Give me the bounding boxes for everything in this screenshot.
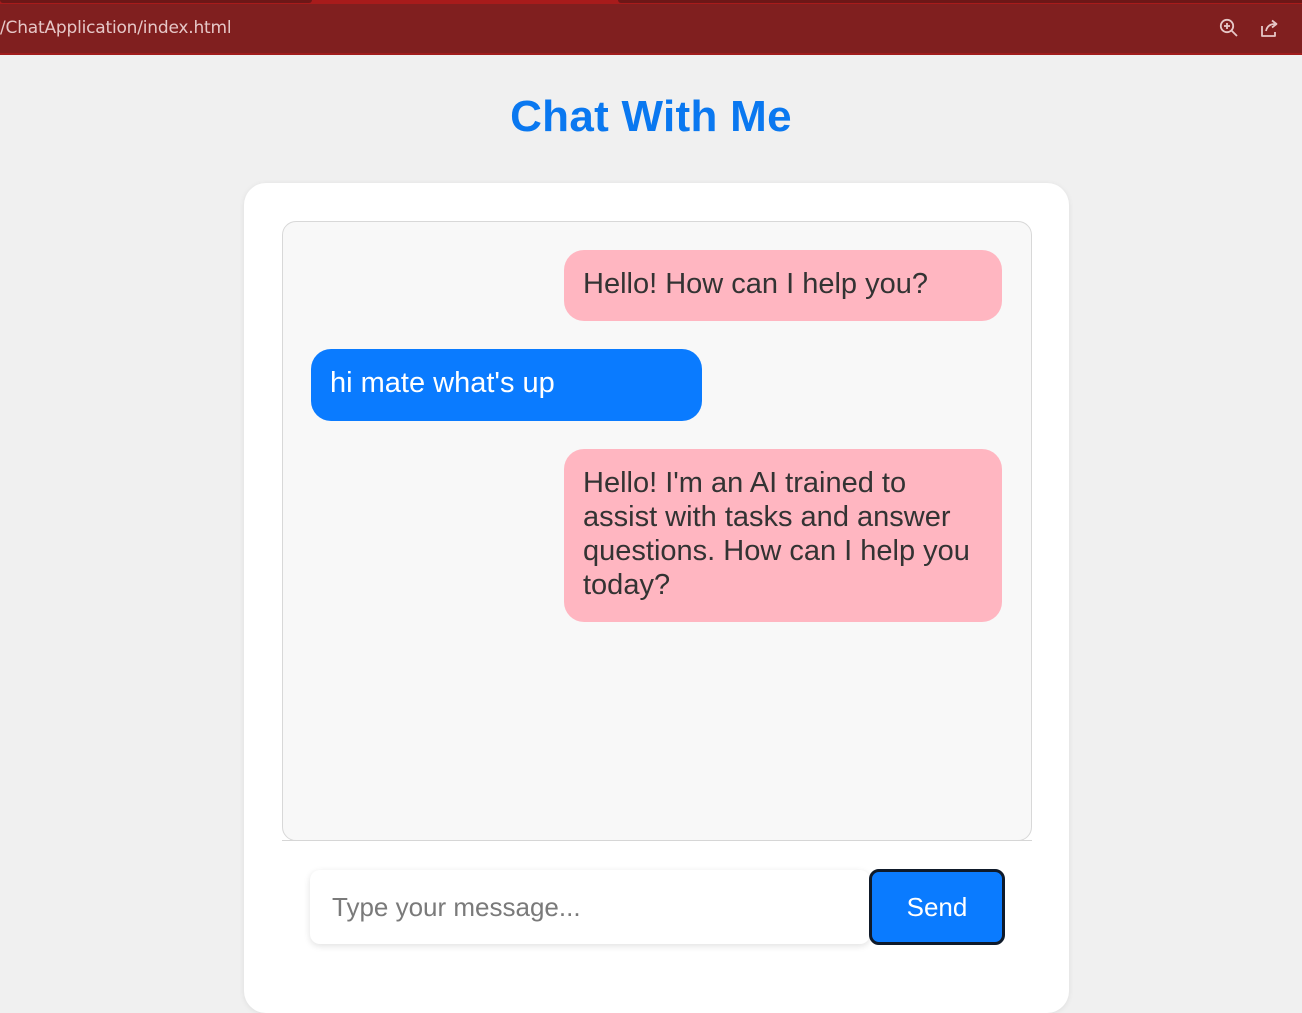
bot-message: Hello! How can I help you? [564,250,1002,321]
chat-messages-panel[interactable]: Hello! How can I help you? hi mate what'… [282,221,1032,841]
message-input[interactable] [310,870,870,944]
browser-tab[interactable] [618,0,1302,3]
page-title: Chat With Me [510,92,792,141]
bot-message: Hello! I'm an AI trained to assist with … [564,449,1002,622]
browser-tab[interactable] [0,0,312,3]
chat-container: Hello! How can I help you? hi mate what'… [244,183,1069,1013]
divider [282,840,1032,841]
send-button[interactable]: Send [869,869,1005,945]
zoom-in-icon[interactable] [1218,17,1240,39]
url-text[interactable]: /ChatApplication/index.html [0,18,232,38]
browser-address-bar: /ChatApplication/index.html [0,0,1302,55]
share-icon[interactable] [1258,17,1280,39]
browser-tab-strip [0,0,1302,4]
user-message: hi mate what's up [311,349,702,421]
message-composer: Send [310,869,1005,946]
